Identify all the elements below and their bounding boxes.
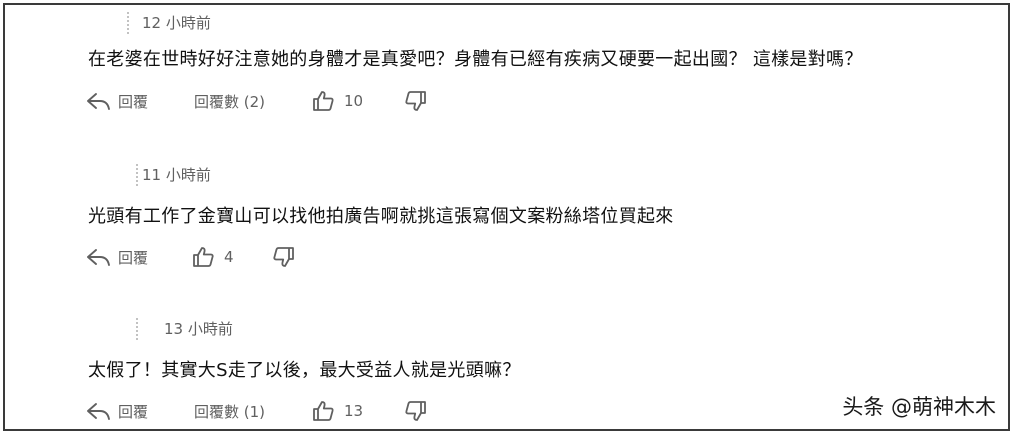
thread-line — [136, 163, 138, 187]
reply-arrow-icon — [87, 249, 110, 266]
thumbs-down-icon — [405, 401, 426, 421]
like-count: 13 — [344, 402, 364, 420]
comment-timestamp: 11 小時前 — [142, 166, 211, 184]
reply-label: 回覆 — [118, 402, 149, 421]
thumbs-up-icon — [193, 247, 214, 267]
dislike-button[interactable] — [404, 397, 428, 425]
comment-section: 12 小時前 在老婆在世時好好注意她的身體才是真愛吧？身體有已經有疾病又硬要一起… — [3, 3, 1010, 431]
replies-count-label: 回覆數 (1) — [194, 402, 266, 421]
comment-timestamp: 12 小時前 — [142, 14, 211, 32]
comment-timestamp: 13 小時前 — [164, 320, 233, 338]
like-count: 4 — [224, 248, 234, 266]
comment-text: 光頭有工作了金寶山可以找他拍廣告啊就挑這張寫個文案粉絲塔位買起來 — [88, 206, 674, 227]
comment-actions: 回覆 回覆數 (1) 13 — [86, 397, 686, 425]
comment-actions: 回覆 4 — [86, 243, 686, 271]
thread-line — [136, 317, 138, 341]
dislike-button[interactable] — [272, 243, 296, 271]
thumbs-up-icon — [313, 91, 334, 111]
reply-label: 回覆 — [118, 92, 149, 111]
thumbs-down-icon — [405, 91, 426, 111]
like-button[interactable]: 4 — [191, 243, 234, 271]
reply-button[interactable]: 回覆 — [86, 397, 148, 425]
like-button[interactable]: 13 — [311, 397, 363, 425]
view-replies-button[interactable]: 回覆數 (2) — [194, 87, 265, 115]
thumbs-up-icon — [313, 401, 334, 421]
thumbs-down-icon — [273, 247, 294, 267]
reply-arrow-icon — [87, 93, 110, 110]
thread-line — [127, 11, 129, 35]
reply-arrow-icon — [87, 403, 110, 420]
comment-text: 在老婆在世時好好注意她的身體才是真愛吧？身體有已經有疾病又硬要一起出國？ 這樣是… — [88, 49, 863, 70]
comment-text: 太假了！其實大S走了以後，最大受益人就是光頭嘛？ — [88, 360, 521, 381]
comment-actions: 回覆 回覆數 (2) 10 — [86, 87, 686, 115]
view-replies-button[interactable]: 回覆數 (1) — [194, 397, 265, 425]
dislike-button[interactable] — [404, 87, 428, 115]
watermark: 头条 @萌神木木 — [842, 395, 996, 419]
reply-button[interactable]: 回覆 — [86, 243, 148, 271]
reply-label: 回覆 — [118, 248, 149, 267]
like-button[interactable]: 10 — [311, 87, 363, 115]
like-count: 10 — [344, 92, 364, 110]
reply-button[interactable]: 回覆 — [86, 87, 148, 115]
replies-count-label: 回覆數 (2) — [194, 92, 266, 111]
